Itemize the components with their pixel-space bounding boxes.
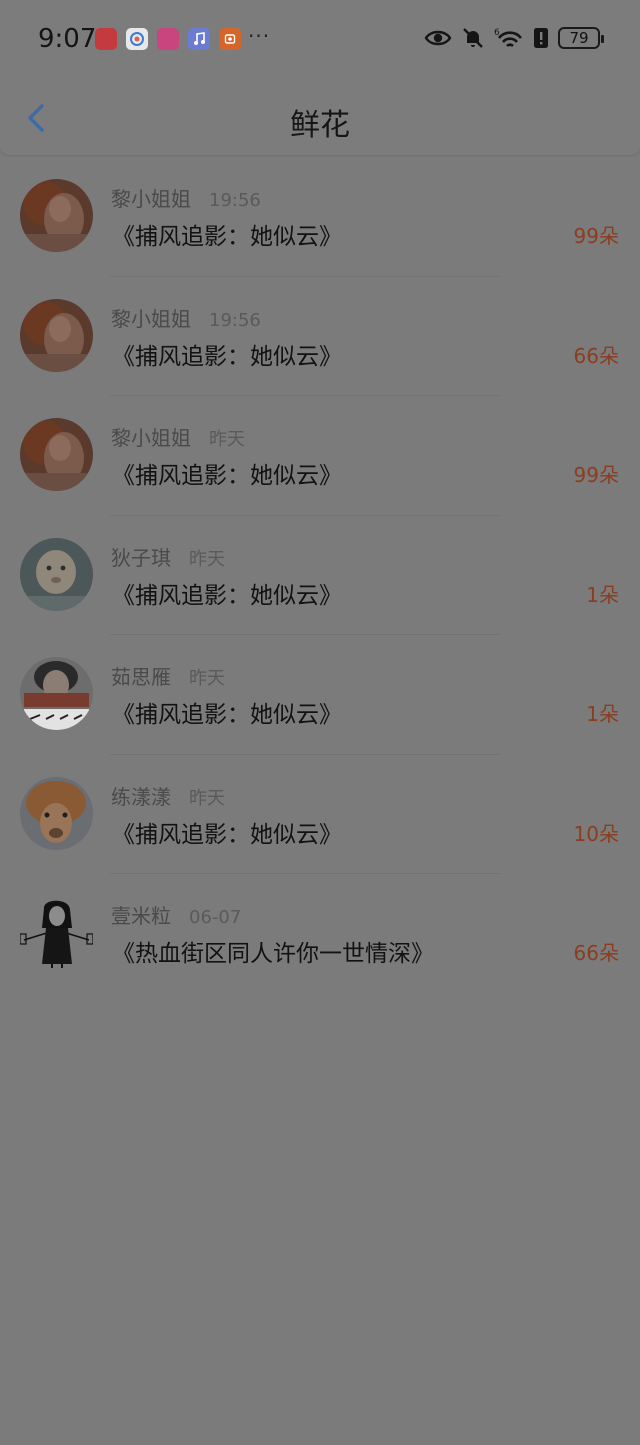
sender-line: 壹米粒 06-07 (111, 900, 241, 929)
sim-alert-icon (534, 28, 548, 48)
battery-indicator: 79 (558, 27, 604, 49)
timestamp: 昨天 (189, 548, 225, 570)
avatar[interactable] (20, 537, 93, 611)
sender-name: 狄子琪 (111, 545, 171, 570)
avatar[interactable] (20, 776, 93, 850)
avatar[interactable] (20, 418, 93, 491)
flower-count: 1朵 (586, 582, 619, 607)
screen: 9:07 ··· 6 79 鲜花 黎小姐姐 19:56 《捕风追影：她似云》 9… (0, 0, 640, 1445)
flower-count: 66朵 (573, 343, 619, 368)
avatar[interactable] (20, 657, 93, 730)
notification-app-icons (95, 28, 241, 50)
page-title: 鲜花 (290, 108, 350, 143)
sender-line: 狄子琪 昨天 (111, 542, 225, 571)
flower-gift-list: 黎小姐姐 19:56 《捕风追影：她似云》 99朵 黎小姐姐 19:56 《捕风… (0, 157, 640, 994)
sender-line: 茹思雁 昨天 (111, 661, 225, 690)
avatar[interactable] (20, 896, 93, 969)
flower-count: 10朵 (573, 821, 619, 846)
book-title: 《捕风追影：她似云》 (112, 821, 342, 848)
list-item[interactable]: 练漾漾 昨天 《捕风追影：她似云》 10朵 (0, 755, 640, 874)
sender-line: 练漾漾 昨天 (111, 781, 225, 810)
sender-line: 黎小姐姐 昨天 (111, 422, 245, 451)
list-item[interactable]: 黎小姐姐 昨天 《捕风追影：她似云》 99朵 (0, 396, 640, 516)
book-title: 《热血街区同人许你一世情深》 (112, 941, 434, 967)
sender-name: 黎小姐姐 (111, 306, 191, 331)
book-title: 《捕风追影：她似云》 (112, 582, 342, 609)
timestamp: 19:56 (209, 309, 261, 331)
list-item[interactable]: 茹思雁 昨天 《捕风追影：她似云》 1朵 (0, 635, 640, 755)
timestamp: 昨天 (209, 429, 245, 450)
list-item[interactable]: 狄子琪 昨天 《捕风追影：她似云》 1朵 (0, 516, 640, 635)
huawei-app-icon (95, 28, 117, 50)
flower-count: 99朵 (573, 224, 619, 248)
avatar[interactable] (20, 298, 93, 372)
list-item[interactable]: 黎小姐姐 19:56 《捕风追影：她似云》 99朵 (0, 157, 640, 277)
wifi-icon: 6 (494, 28, 523, 48)
orange-app-icon (219, 28, 241, 50)
status-icons: 6 79 (424, 26, 604, 50)
sender-line: 黎小姐姐 19:56 (111, 183, 261, 212)
book-title: 《捕风追影：她似云》 (112, 343, 342, 370)
sender-name: 茹思雁 (111, 665, 171, 689)
lala-app-icon (157, 28, 179, 50)
flower-count: 1朵 (586, 702, 619, 726)
sender-name: 壹米粒 (111, 904, 171, 928)
flower-count: 99朵 (573, 463, 619, 487)
book-title: 《捕风追影：她似云》 (112, 702, 342, 728)
status-time: 9:07 (38, 24, 97, 54)
list-item[interactable]: 黎小姐姐 19:56 《捕风追影：她似云》 66朵 (0, 277, 640, 396)
sender-name: 练漾漾 (111, 784, 171, 809)
more-notifications-indicator: ··· (248, 24, 271, 48)
timestamp: 昨天 (189, 668, 225, 689)
flower-count: 66朵 (573, 941, 619, 965)
timestamp: 06-07 (189, 907, 242, 928)
music-app-icon (188, 28, 210, 50)
book-title: 《捕风追影：她似云》 (112, 224, 342, 250)
list-item[interactable]: 壹米粒 06-07 《热血街区同人许你一世情深》 66朵 (0, 874, 640, 994)
sender-name: 黎小姐姐 (111, 426, 191, 450)
eye-icon (424, 30, 452, 46)
page-header: 鲜花 (0, 80, 640, 156)
sender-name: 黎小姐姐 (111, 187, 191, 211)
browser-app-icon (126, 28, 148, 50)
book-title: 《捕风追影：她似云》 (112, 463, 342, 489)
sender-line: 黎小姐姐 19:56 (111, 303, 261, 332)
timestamp: 19:56 (209, 190, 261, 211)
timestamp: 昨天 (189, 787, 225, 809)
status-bar: 9:07 ··· 6 79 (0, 0, 640, 80)
avatar[interactable] (20, 179, 93, 252)
bell-muted-icon (463, 28, 483, 48)
